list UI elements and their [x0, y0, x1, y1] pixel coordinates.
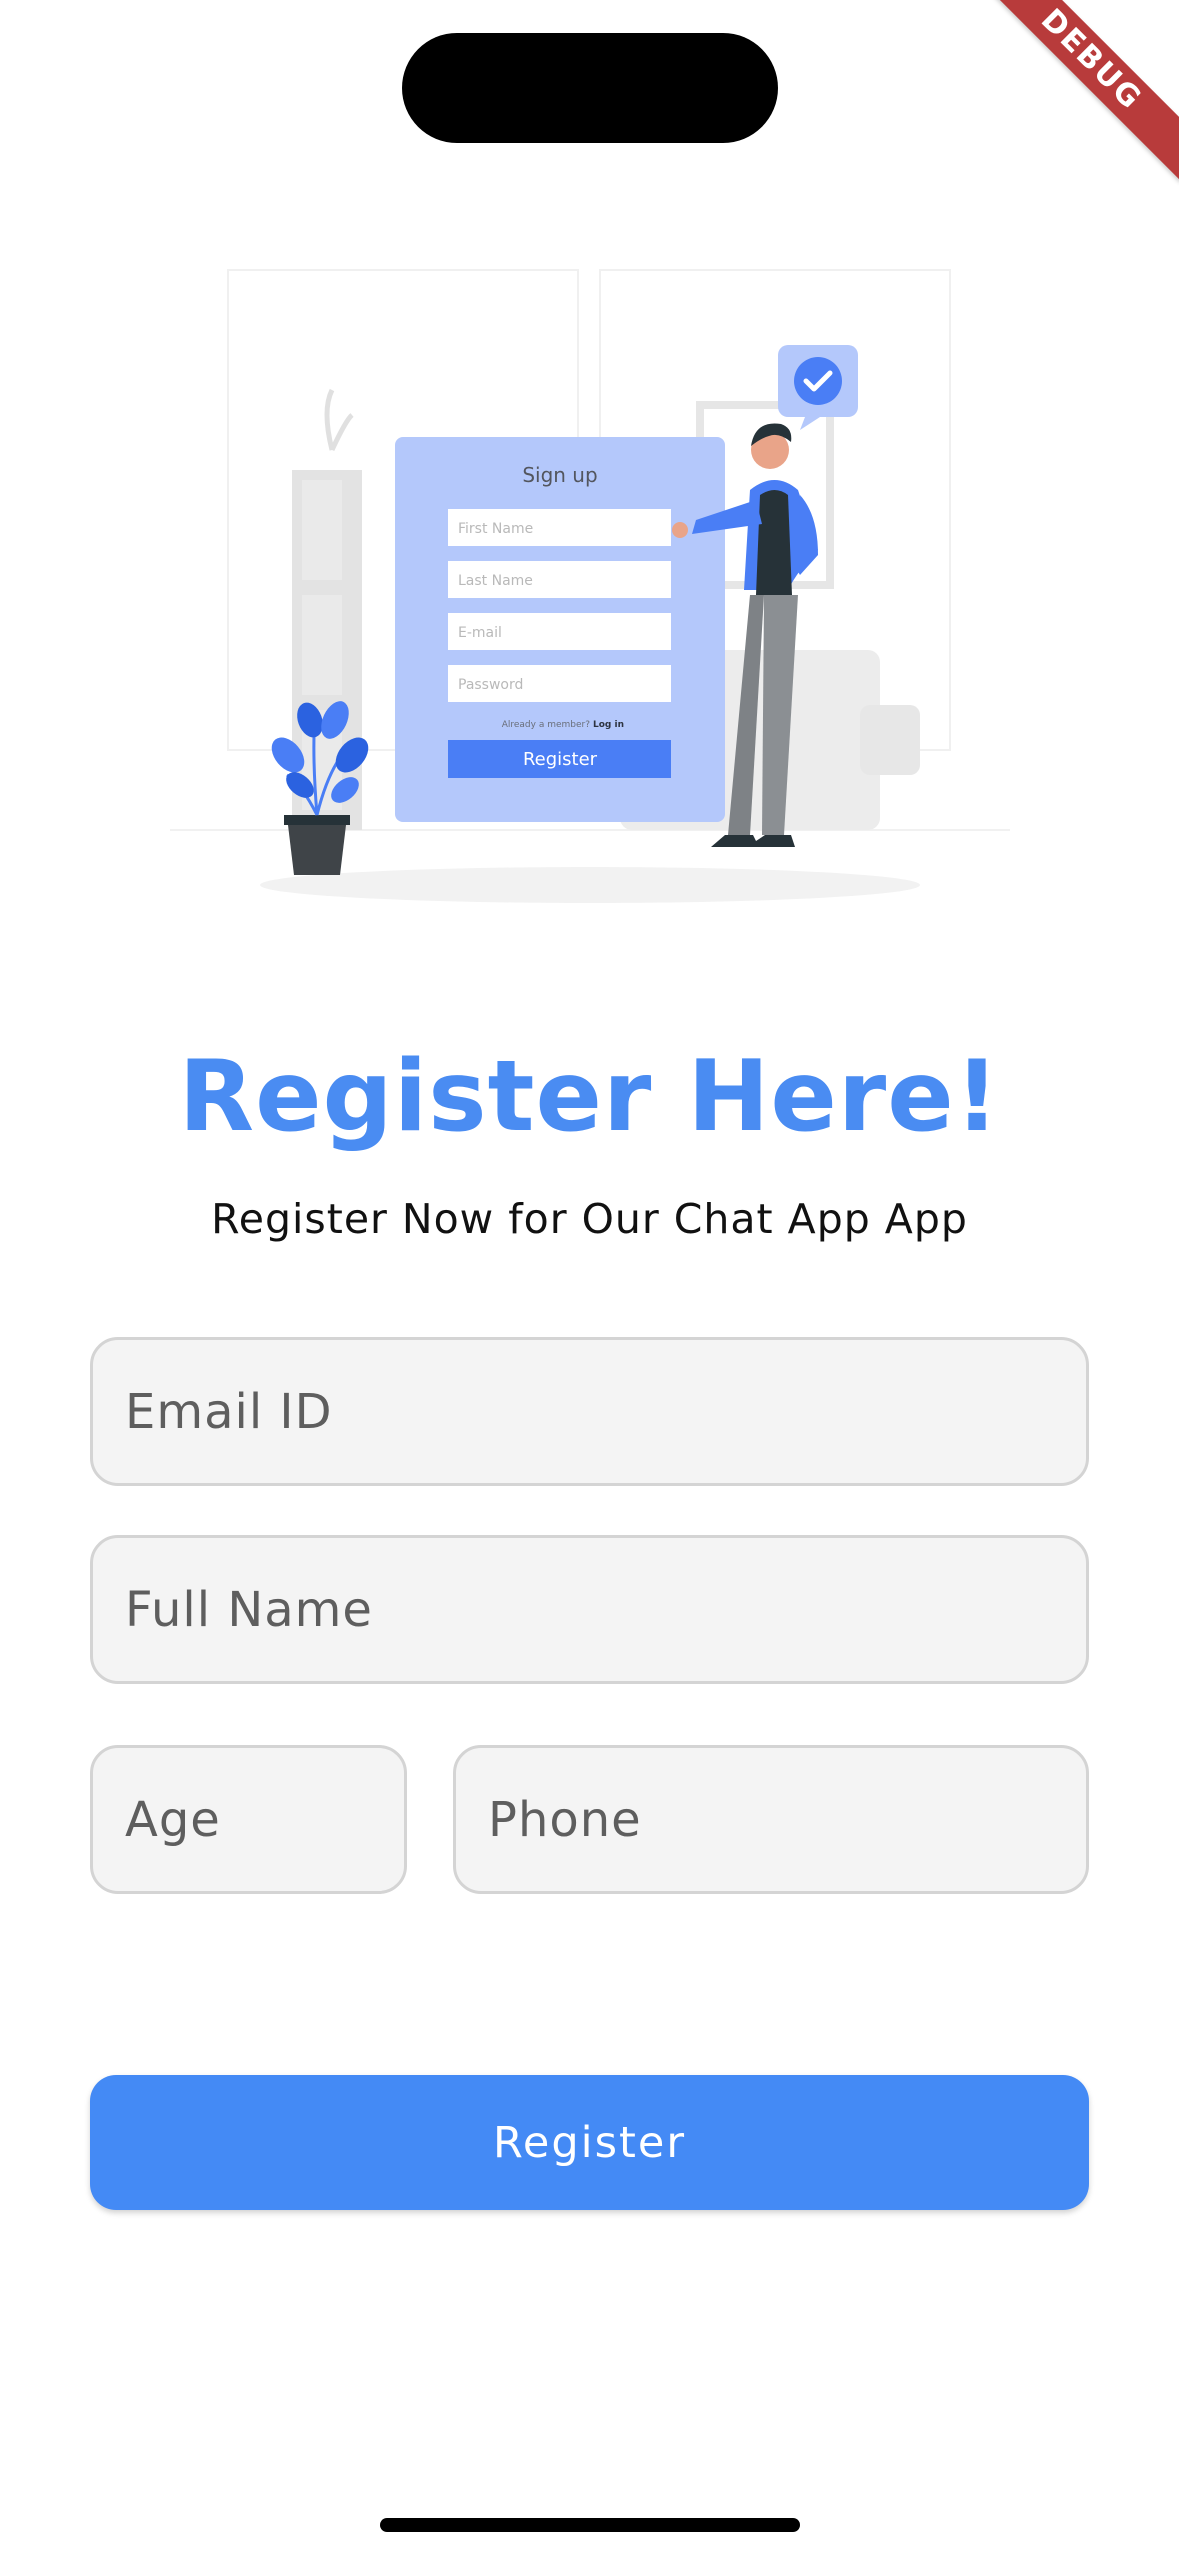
email-input[interactable] — [93, 1340, 1086, 1483]
dynamic-island — [402, 33, 778, 143]
card-member-text: Already a member? — [502, 720, 591, 730]
card-field-last-name: Last Name — [458, 573, 533, 589]
signup-illustration: Sign up First Name Last Name E-mail Pass… — [170, 269, 1010, 903]
card-register-button: Register — [523, 749, 598, 770]
age-field[interactable] — [90, 1745, 407, 1894]
card-field-password: Password — [458, 677, 523, 693]
phone-input[interactable] — [456, 1748, 1086, 1891]
card-field-email: E-mail — [458, 625, 502, 641]
page-title: Register Here! — [178, 1040, 1001, 1154]
page-subtitle: Register Now for Our Chat App App — [211, 1195, 968, 1243]
card-field-first-name: First Name — [458, 521, 533, 537]
card-login-link: Log in — [593, 720, 624, 730]
age-input[interactable] — [93, 1748, 404, 1891]
register-button[interactable]: Register — [90, 2075, 1089, 2210]
full-name-input[interactable] — [93, 1538, 1086, 1681]
full-name-field[interactable] — [90, 1535, 1089, 1684]
email-field[interactable] — [90, 1337, 1089, 1486]
card-title: Sign up — [522, 463, 597, 487]
phone-field[interactable] — [453, 1745, 1089, 1894]
debug-banner: DEBUG — [969, 0, 1179, 182]
home-indicator[interactable] — [380, 2518, 800, 2532]
